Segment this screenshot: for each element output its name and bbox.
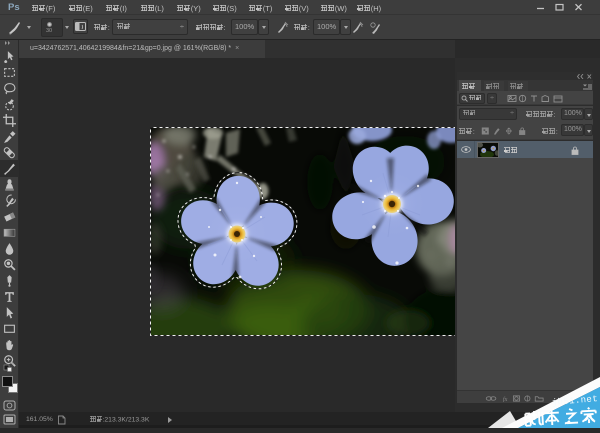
svg-text:fx: fx (503, 396, 508, 402)
